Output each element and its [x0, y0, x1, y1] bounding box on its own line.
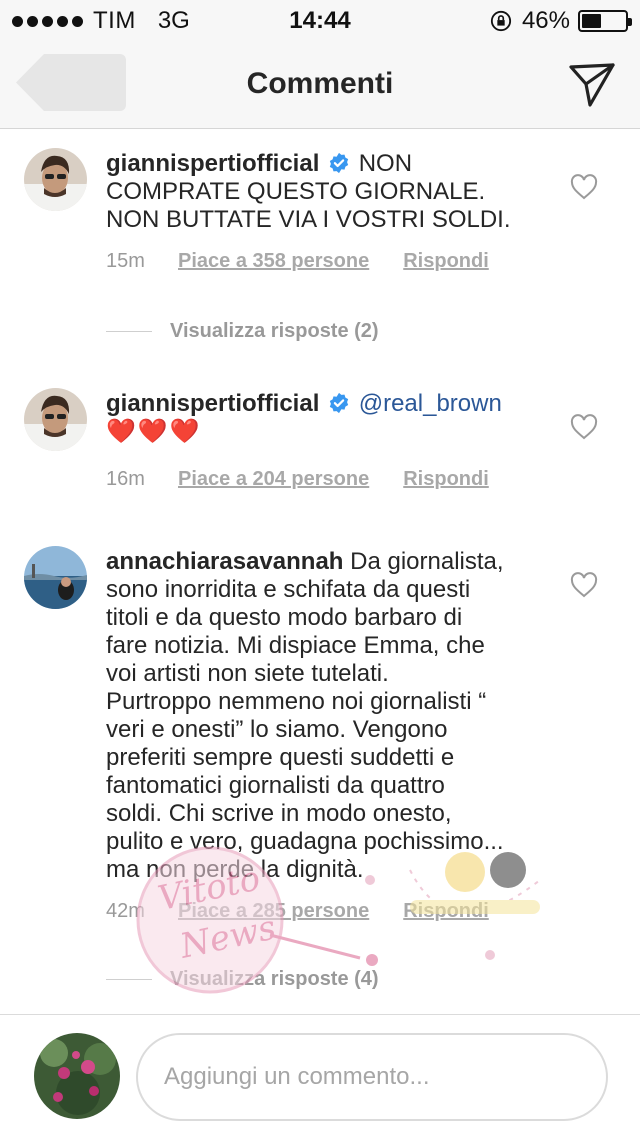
comment-line: preferiti sempre questi suddetti e: [106, 744, 455, 771]
comment-line: fantomatici giornalisti da quattro: [106, 772, 445, 799]
comment-meta: 15m Piace a 358 persone Rispondi: [106, 250, 489, 273]
comment-meta: 16m Piace a 204 persone Rispondi: [106, 468, 489, 491]
comment-time: 15m: [106, 250, 145, 272]
like-heart-icon[interactable]: [570, 174, 598, 200]
comment-line: soldi. Chi scrive in modo onesto,: [106, 800, 452, 827]
comment-line: COMPRATE QUESTO GIORNALE.: [106, 178, 486, 205]
likes-link[interactable]: Piace a 358 persone: [178, 250, 369, 273]
mention-link[interactable]: @real_brown: [359, 390, 502, 417]
comment-line: ma non perde la dignità.: [106, 856, 364, 883]
verified-badge-icon: [329, 152, 349, 174]
comment-line: pulito e vero, guadagna pochissimo...: [106, 828, 504, 855]
likes-link[interactable]: Piace a 204 persone: [178, 468, 369, 491]
comment-time: 16m: [106, 468, 145, 490]
view-replies-label: Visualizza risposte (4): [170, 968, 379, 990]
like-heart-icon[interactable]: [570, 572, 598, 598]
comment-text: giannispertiofficial @real_brown ❤️❤️❤️: [106, 390, 536, 446]
like-heart-icon[interactable]: [570, 414, 598, 440]
comment-line: sono inorridita e schifata da questi: [106, 576, 471, 603]
likes-link[interactable]: Piace a 285 persone: [178, 900, 369, 923]
page-title: Commenti: [246, 67, 394, 100]
comment-line: veri e onesti” lo siamo. Vengono: [106, 716, 448, 743]
comments-list[interactable]: giannispertiofficial NON COMPRATE QUESTO…: [0, 130, 640, 1014]
comment-composer: [0, 1014, 640, 1136]
comment-username[interactable]: giannispertiofficial: [106, 390, 319, 417]
comment-username[interactable]: giannispertiofficial: [106, 150, 319, 177]
avatar[interactable]: [24, 388, 87, 451]
comment-text: annachiarasavannah Da giornalista, sono …: [106, 548, 536, 884]
reply-link[interactable]: Rispondi: [403, 468, 489, 491]
view-replies-link[interactable]: Visualizza risposte (4): [106, 968, 379, 991]
comment-line: Da giornalista,: [350, 548, 504, 575]
comment-line: NON: [358, 150, 413, 177]
status-right: 46%: [490, 7, 632, 35]
rotation-lock-icon: [490, 10, 512, 32]
reply-link[interactable]: Rispondi: [403, 900, 489, 923]
comment-line: NON BUTTATE VIA I VOSTRI SOLDI.: [106, 206, 511, 233]
comment-meta: 42m Piace a 285 persone Rispondi: [106, 900, 489, 923]
comment-line: Purtroppo nemmeno noi giornalisti “: [106, 688, 487, 715]
divider: [106, 979, 152, 980]
comment-username[interactable]: annachiarasavannah: [106, 548, 343, 575]
avatar: [34, 1033, 120, 1119]
navigation-bar: Commenti: [0, 40, 640, 129]
view-replies-label: Visualizza risposte (2): [170, 320, 379, 342]
battery-percent: 46%: [521, 7, 570, 34]
comment-text: giannispertiofficial NON COMPRATE QUESTO…: [106, 150, 536, 234]
heart-emojis: ❤️❤️❤️: [106, 418, 202, 445]
comment-line: titoli e da questo modo barbaro di: [106, 604, 463, 631]
divider: [106, 331, 152, 332]
avatar[interactable]: [24, 546, 87, 609]
paper-plane-icon[interactable]: [568, 60, 616, 108]
comment-input[interactable]: [136, 1033, 608, 1121]
reply-link[interactable]: Rispondi: [403, 250, 489, 273]
comment-line: fare notizia. Mi dispiace Emma, che: [106, 632, 485, 659]
comment-line: voi artisti non siete tutelati.: [106, 660, 389, 687]
avatar[interactable]: [24, 148, 87, 211]
view-replies-link[interactable]: Visualizza risposte (2): [106, 320, 379, 343]
comment-time: 42m: [106, 900, 145, 922]
battery-icon: [578, 10, 632, 32]
verified-badge-icon: [329, 392, 349, 414]
status-bar: TIM 3G 14:44 46%: [0, 0, 640, 40]
